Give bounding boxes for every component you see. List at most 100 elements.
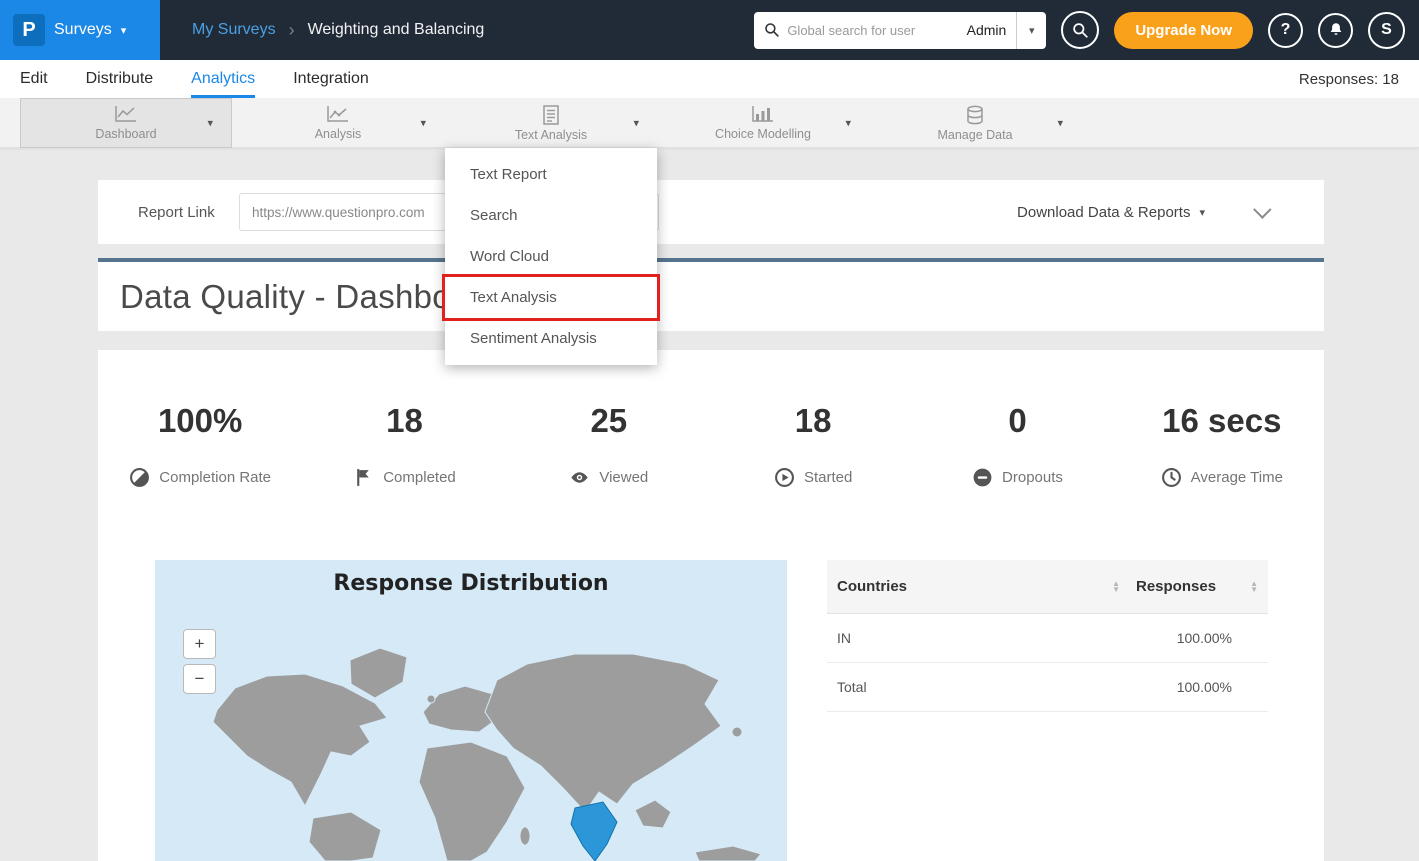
stat-label: Dropouts	[1002, 469, 1063, 486]
stat-completion-rate: 100% Completion Rate	[98, 402, 302, 488]
download-data-reports-button[interactable]: Download Data & Reports ▾	[1017, 204, 1205, 221]
minus-circle-icon	[972, 467, 993, 488]
ribbon-choice-modelling[interactable]: Choice Modelling ▾	[657, 98, 869, 148]
search-scope-selector[interactable]: Admin	[957, 22, 1017, 38]
download-data-reports-label: Download Data & Reports	[1017, 204, 1190, 221]
tab-integration[interactable]: Integration	[293, 60, 369, 98]
notifications-button[interactable]	[1318, 13, 1353, 48]
countries-column-header[interactable]: Countries ▲▼	[837, 578, 1136, 595]
breadcrumb-my-surveys[interactable]: My Surveys	[192, 21, 276, 39]
breadcrumb-current-survey: Weighting and Balancing	[308, 21, 485, 39]
sort-icon: ▲▼	[1112, 581, 1120, 593]
map-region	[427, 695, 435, 703]
chevron-down-icon: ▾	[845, 117, 851, 130]
map-region	[213, 674, 387, 806]
map-zoom-out-button[interactable]: −	[183, 664, 216, 694]
dashboard-stats-card: 100% Completion Rate 18 Completed 25	[98, 350, 1324, 861]
stat-value: 25	[507, 402, 711, 440]
chevron-down-icon: ▾	[420, 117, 426, 130]
breadcrumb: My Surveys › Weighting and Balancing	[192, 0, 484, 60]
survey-nav-tabs: Edit Distribute Analytics Integration Re…	[0, 60, 1419, 98]
responses-cell: 100.00%	[1136, 630, 1258, 646]
column-label: Responses	[1136, 578, 1216, 595]
stat-value: 16 secs	[1120, 402, 1324, 440]
map-region	[520, 827, 530, 845]
map-region	[309, 812, 381, 861]
chevron-down-icon: ▾	[1057, 117, 1063, 130]
table-header-row: Countries ▲▼ Responses ▲▼	[827, 560, 1268, 614]
stat-label: Average Time	[1191, 469, 1283, 486]
tab-distribute[interactable]: Distribute	[86, 60, 154, 98]
collapse-panel-chevron-icon[interactable]	[1253, 200, 1271, 218]
stat-label: Completion Rate	[159, 469, 271, 486]
stat-value: 100%	[98, 402, 302, 440]
stat-viewed: 25 Viewed	[507, 402, 711, 488]
ribbon-item-label: Text Analysis	[515, 128, 587, 142]
menu-item-sentiment-analysis[interactable]: Sentiment Analysis	[445, 318, 657, 359]
ribbon-dashboard[interactable]: Dashboard ▾	[20, 98, 232, 148]
clock-icon	[1161, 467, 1182, 488]
tab-analytics[interactable]: Analytics	[191, 60, 255, 98]
stat-completed: 18 Completed	[302, 402, 506, 488]
tab-edit[interactable]: Edit	[20, 60, 48, 98]
map-region	[419, 742, 525, 861]
help-button[interactable]: ?	[1268, 13, 1303, 48]
search-input[interactable]	[787, 23, 956, 38]
map-zoom-in-button[interactable]: +	[183, 629, 216, 659]
response-distribution-map[interactable]: Response Distribution + −	[155, 560, 787, 861]
database-icon	[965, 105, 985, 125]
menu-item-text-analysis[interactable]: Text Analysis	[445, 277, 657, 318]
report-link-bar: Report Link Download Data & Reports ▾	[98, 180, 1324, 244]
analysis-chart-icon	[326, 105, 350, 124]
upgrade-now-button[interactable]: Upgrade Now	[1114, 12, 1253, 49]
search-icon	[754, 22, 787, 38]
countries-responses-table: Countries ▲▼ Responses ▲▼ IN 100.00% Tot…	[827, 560, 1268, 712]
table-row: Total 100.00%	[827, 663, 1268, 712]
chevron-down-icon: ▾	[207, 117, 213, 130]
search-scope-dropdown[interactable]: ▾	[1016, 12, 1046, 49]
ribbon-item-label: Choice Modelling	[715, 127, 811, 141]
bar-chart-icon	[751, 105, 775, 124]
ribbon-item-label: Dashboard	[95, 127, 156, 141]
stat-label: Started	[804, 469, 852, 486]
stat-label: Completed	[383, 469, 456, 486]
sort-icon: ▲▼	[1250, 581, 1258, 593]
topbar-actions: Admin ▾ Upgrade Now ? S	[754, 0, 1405, 60]
analytics-ribbon: Dashboard ▾ Analysis ▾ Text Analysis ▾ C…	[0, 98, 1419, 148]
india-region-highlighted	[571, 802, 617, 861]
text-document-icon	[542, 105, 560, 125]
play-circle-icon	[774, 467, 795, 488]
ribbon-manage-data[interactable]: Manage Data ▾	[869, 98, 1081, 148]
map-region	[695, 846, 761, 861]
flag-icon	[353, 467, 374, 488]
ribbon-text-analysis[interactable]: Text Analysis ▾	[445, 98, 657, 148]
responses-column-header[interactable]: Responses ▲▼	[1136, 578, 1258, 595]
data-quality-header: Data Quality - Dashboard	[98, 258, 1324, 331]
map-title: Response Distribution	[155, 560, 787, 596]
user-avatar[interactable]: S	[1368, 12, 1405, 49]
global-search-box: Admin ▾	[754, 12, 1046, 49]
eye-icon	[569, 467, 590, 488]
menu-item-text-report[interactable]: Text Report	[445, 154, 657, 195]
ribbon-analysis[interactable]: Analysis ▾	[232, 98, 444, 148]
chevron-down-icon: ▾	[633, 117, 639, 130]
menu-item-word-cloud[interactable]: Word Cloud	[445, 236, 657, 277]
menu-item-search[interactable]: Search	[445, 195, 657, 236]
stat-value: 18	[302, 402, 506, 440]
map-region	[350, 648, 407, 698]
search-icon	[1072, 22, 1089, 39]
search-submit-button[interactable]	[1061, 11, 1099, 49]
completion-rate-icon	[129, 467, 150, 488]
map-region	[732, 727, 742, 737]
text-analysis-dropdown-menu: Text Report Search Word Cloud Text Analy…	[445, 148, 657, 365]
column-label: Countries	[837, 578, 907, 595]
map-region	[635, 800, 671, 828]
chevron-down-icon: ▾	[1029, 24, 1035, 37]
stat-average-time: 16 secs Average Time	[1120, 402, 1324, 488]
questionpro-logo: P	[13, 14, 45, 46]
report-link-label: Report Link	[138, 204, 224, 221]
survey-stats-row: 100% Completion Rate 18 Completed 25	[98, 350, 1324, 488]
surveys-product-menu[interactable]: P Surveys ▾	[0, 0, 160, 60]
stat-started: 18 Started	[711, 402, 915, 488]
bell-icon	[1327, 21, 1345, 39]
